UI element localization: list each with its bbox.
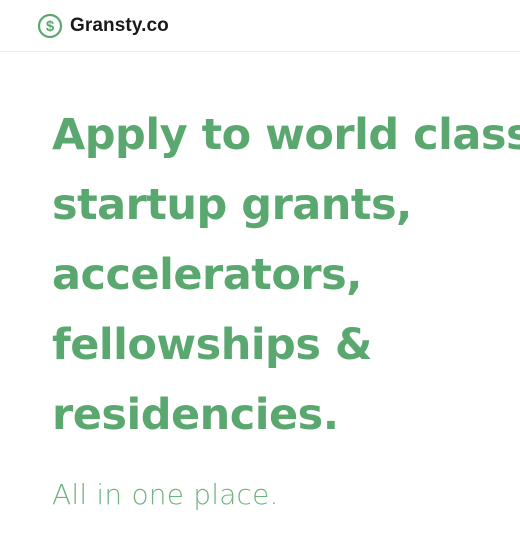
brand-name: Gransty.co [70,14,169,36]
hero-title-line: Apply to world class [52,110,520,160]
dollar-circle-icon: $ [37,13,63,39]
brand-logo-link[interactable]: $ Gransty.co [37,13,169,39]
hero-title-line: fellowships & [52,320,372,370]
hero-title: Apply to world class startup grants, acc… [52,100,520,450]
svg-text:$: $ [46,18,55,35]
hero-subtitle: All in one place. [52,478,279,511]
hero-title-line: accelerators, [52,250,363,300]
hero-title-line: startup grants, [52,180,412,230]
hero-title-line: residencies. [52,390,339,440]
hero-section: Apply to world class startup grants, acc… [52,100,520,450]
page: $ Gransty.co Apply to world class startu… [0,0,520,541]
top-navigation-bar: $ Gransty.co [0,0,520,52]
